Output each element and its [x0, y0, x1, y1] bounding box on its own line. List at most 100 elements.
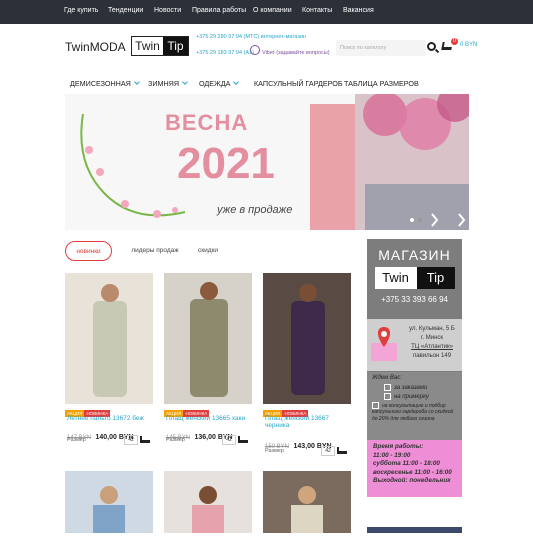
chevron-down-icon — [182, 79, 188, 85]
topnav-link-rules[interactable]: Правила работы — [192, 7, 246, 14]
nav-item-capsule[interactable]: КАПСУЛЬНЫЙ ГАРДЕРОБ — [254, 79, 343, 88]
hours-weekday: 11:00 - 19:00 — [373, 451, 411, 459]
product-image[interactable] — [263, 471, 351, 533]
product-photo — [93, 284, 127, 397]
logo-twinmoda[interactable]: TwinMODA — [65, 40, 126, 54]
nav-item-winter[interactable]: ЗИМНЯЯ — [148, 79, 188, 88]
product-image[interactable] — [65, 273, 153, 404]
product-image[interactable] — [263, 273, 351, 404]
cart-count-badge: 0 — [451, 38, 458, 45]
hours-dayoff: Выходной: понедельник — [373, 477, 451, 484]
top-bar: Где купить Тенденции Новости Правила раб… — [0, 0, 533, 24]
service-label: за заказами — [394, 385, 428, 392]
nav-item-clothes[interactable]: ОДЕЖДА — [199, 79, 240, 88]
size-select[interactable]: 42 — [321, 446, 335, 456]
product-card[interactable] — [164, 273, 254, 404]
store-logo-tip: Tip — [416, 267, 455, 289]
banner-line2: 2021 — [177, 139, 275, 188]
header: TwinMODA Twin Tip +375 29 280 97 94 (МТС… — [0, 24, 533, 72]
product-card[interactable] — [263, 273, 353, 404]
services-block: Ждем Вас: за заказами на примерку на кон… — [367, 372, 462, 440]
size-label: Размер — [166, 437, 185, 443]
product-card[interactable] — [65, 273, 155, 404]
logo-twintip[interactable]: Twin Tip — [131, 36, 189, 56]
address-pavilion: павильон 149 — [412, 353, 452, 359]
product-image[interactable] — [164, 471, 252, 533]
tab-new[interactable]: новинки — [65, 241, 112, 261]
add-to-cart-icon[interactable] — [238, 436, 248, 443]
topnav-link-about[interactable]: О компании — [253, 7, 292, 14]
nav-label: ДЕМИСЕЗОННАЯ — [70, 79, 131, 88]
tab-bestsellers[interactable]: лидеры продаж — [125, 241, 185, 261]
hours-sunday: воскресенье 11:00 - 16:00 — [373, 468, 452, 476]
promo-banner[interactable]: ВЕСНА 2021 уже в продаже — [65, 94, 469, 230]
store-phone[interactable]: +375 33 393 66 94 — [367, 295, 462, 304]
store-address: ул. Кульман, 5 Б г. Минск ТЦ «Атлантик» … — [407, 325, 457, 361]
hours-text: Время работы: 11:00 - 19:00 суббота 11:0… — [367, 440, 462, 489]
main-nav: ДЕМИСЕЗОННАЯ ЗИМНЯЯ ОДЕЖДА КАПСУЛЬНЫЙ ГА… — [0, 72, 533, 94]
product-photo — [190, 282, 228, 397]
address-city: г. Минск — [420, 335, 444, 341]
product-image[interactable] — [164, 273, 252, 404]
phone-mts[interactable]: +375 29 280 97 94 (МТС) интернет-магазин — [196, 34, 306, 40]
nav-label: ЗИМНЯЯ — [148, 79, 180, 88]
topnav-link-news[interactable]: Новости — [154, 7, 181, 14]
service-label: на консультацию и подбор капсульного гар… — [372, 402, 454, 422]
store-title: МАГАЗИН — [378, 247, 451, 263]
search-placeholder: Поиск по каталогу — [340, 45, 387, 51]
product-photo — [93, 486, 125, 533]
nav-item-size-table[interactable]: ТАБЛИЦА РАЗМЕРОВ — [344, 79, 419, 88]
size-label: Размер — [265, 448, 284, 454]
social-widget[interactable] — [367, 527, 462, 533]
topnav-link-contacts[interactable]: Контакты — [302, 7, 332, 14]
add-to-cart-icon[interactable] — [140, 436, 150, 443]
logo-tip-part: Tip — [163, 37, 188, 55]
search-icon[interactable] — [427, 42, 436, 51]
service-item: на примерку — [384, 393, 457, 400]
logo-twin-text: Twin — [65, 40, 90, 54]
viber-icon — [250, 45, 260, 55]
hours-block: Время работы: 11:00 - 19:00 суббота 11:0… — [367, 440, 462, 497]
service-item: на консультацию и подбор капсульного гар… — [372, 402, 457, 422]
store-logo-twin: Twin — [382, 270, 409, 285]
cart-total[interactable]: 0 BYN — [460, 42, 477, 48]
address-block: ул. Кульман, 5 Б г. Минск ТЦ «Атлантик» … — [367, 319, 462, 371]
logo-twin-part: Twin — [135, 39, 160, 53]
store-sidebar: МАГАЗИН Twin Tip +375 33 393 66 94 ул. К… — [367, 239, 462, 497]
address-mall: ТЦ «Атлантик» — [411, 344, 453, 350]
services-title: Ждем Вас: — [372, 375, 402, 381]
nav-item-demiseason[interactable]: ДЕМИСЕЗОННАЯ — [70, 79, 140, 88]
size-label: Размер — [67, 437, 86, 443]
size-select[interactable]: 42 — [222, 435, 236, 445]
map-pin-icon — [371, 327, 397, 361]
viber-link[interactable]: Viber (задавайте вопросы) — [262, 50, 330, 56]
service-label: на примерку — [394, 394, 429, 401]
product-name[interactable]: Плащ женский 13665 хаки — [166, 415, 245, 422]
nav-label: ОДЕЖДА — [199, 79, 231, 88]
checkbox-icon — [384, 393, 391, 401]
product-name[interactable]: Плащ женский 13667 черника — [265, 415, 345, 429]
phone-a1[interactable]: +375 29 183 97 94 (A1) — [196, 50, 254, 56]
product-photo — [291, 486, 323, 533]
add-to-cart-icon[interactable] — [337, 447, 347, 454]
chevron-down-icon — [134, 79, 140, 85]
product-name[interactable]: Летнее пальто 13672 беж — [67, 415, 144, 422]
service-item: за заказами — [384, 384, 457, 391]
address-street: ул. Кульман, 5 Б — [409, 326, 455, 332]
hours-title: Время работы: — [373, 443, 424, 450]
logo-moda-text: MODA — [89, 40, 126, 54]
product-image[interactable] — [65, 471, 153, 533]
topnav-link-trends[interactable]: Тенденции — [108, 7, 143, 14]
store-logo: Twin Tip — [374, 267, 455, 289]
size-select[interactable]: 42 — [124, 435, 138, 445]
banner-line1: ВЕСНА — [165, 110, 249, 135]
topnav-link-vacancy[interactable]: Вакансия — [343, 7, 374, 14]
tab-sales[interactable]: скидки — [193, 241, 223, 261]
search-input[interactable]: Поиск по каталогу — [336, 40, 426, 56]
checkbox-icon — [384, 384, 391, 391]
topnav-link-where-to-buy[interactable]: Где купить — [64, 7, 98, 14]
banner-line3: уже в продаже — [217, 204, 293, 216]
chevron-down-icon — [233, 79, 240, 85]
product-photo — [291, 284, 325, 395]
product-photo — [192, 486, 224, 533]
